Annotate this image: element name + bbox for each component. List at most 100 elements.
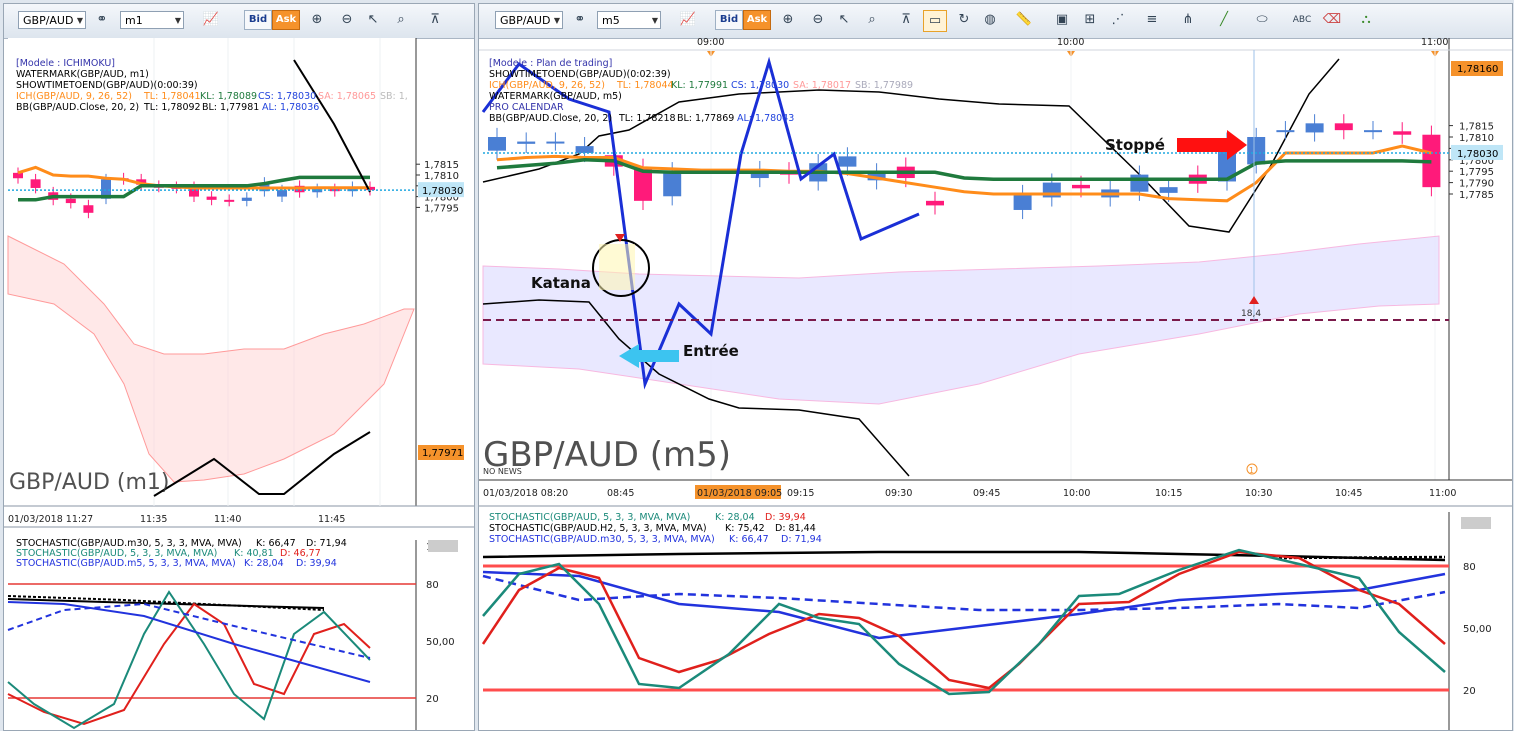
candle (1305, 123, 1324, 133)
candle (241, 197, 252, 201)
candle (206, 196, 217, 200)
candle (329, 189, 340, 192)
legend-ich: ICH(GBP/AUD, 9, 26, 52) (489, 80, 605, 91)
time-tick-label: 11:45 (318, 514, 345, 525)
legend-model: [Modele : ICHIMOKU] (16, 58, 115, 69)
stoch-legend-h2: STOCHASTIC(GBP/AUD.H2, 5, 3, 3, MVA, MVA… (489, 523, 707, 534)
price-tick-label: 1,7815 (424, 160, 459, 171)
legend-pro-calendar: PRO CALENDAR (489, 102, 564, 113)
candle (277, 190, 287, 197)
legend-model: [Modele : Plan de trading] (489, 58, 612, 69)
stoch-base-k (482, 548, 1446, 696)
time-tick-label: 01/03/2018 09:05 (697, 488, 782, 499)
price-tick-label: 1,7815 (1459, 122, 1494, 133)
katana-highlight (599, 244, 635, 290)
top-time-tick: 11:00 (1421, 37, 1448, 48)
stoch-100-tag (1461, 517, 1491, 529)
price-tick-label: 1,7795 (1459, 167, 1494, 178)
price-tag-top: 1,78160 (1457, 64, 1498, 75)
stoch-tick-label: 20 (1463, 686, 1476, 697)
watermark-label: GBP/AUD (m1) (9, 470, 170, 495)
stoch-legend-m30: STOCHASTIC(GBP/AUD.m30, 5, 3, 3, MVA, MV… (489, 534, 715, 545)
price-tag-orange: 1,77971 (422, 448, 463, 459)
legend-bb-tl: TL: 1,78092 (143, 102, 201, 113)
stoch-tick-label: 80 (426, 580, 439, 591)
candle (83, 205, 94, 213)
event-marker-label: 1 (1249, 466, 1254, 475)
no-news-label: NO NEWS (483, 467, 522, 476)
time-tick-label: 10:30 (1245, 488, 1272, 499)
stoch-tick-label: 50,00 (426, 637, 455, 648)
time-tick-label: 09:30 (885, 488, 912, 499)
katana-label: Katana (531, 274, 591, 292)
time-tick-label: 09:15 (787, 488, 814, 499)
candle (1364, 130, 1382, 133)
time-tick-label: 01/03/2018 11:27 (8, 514, 93, 525)
stoch-base-d (481, 550, 1446, 690)
time-tick-label: 10:00 (1063, 488, 1090, 499)
candle (838, 156, 857, 167)
candle (1393, 131, 1412, 135)
time-tick-label: 11:40 (214, 514, 241, 525)
candle (1130, 174, 1149, 192)
time-tick-label: 10:15 (1155, 488, 1182, 499)
candle (575, 146, 594, 153)
trade-result-label: 18,4 (1241, 309, 1261, 319)
legend-ich: ICH(GBP/AUD, 9, 26, 52) (16, 91, 132, 102)
stoch-100-tag (428, 540, 458, 552)
legend-bb-tl: TL: 1,78218 (618, 113, 676, 124)
stoch-base-k (7, 590, 371, 730)
candle (1247, 137, 1266, 165)
stoch-legend-base-k: K: 28,04 (715, 512, 755, 523)
legend-ich-sb: SB: 1,77989 (855, 80, 913, 91)
stoch-legend-m30-d: D: 71,94 (781, 534, 822, 545)
candle (546, 141, 565, 144)
legend-ich-cs: CS: 1,78030 (731, 80, 789, 91)
price-tick-label: 1,7810 (424, 171, 459, 182)
entree-label: Entrée (683, 342, 739, 360)
legend-bb-bl: BL: 1,77869 (677, 113, 734, 124)
stoch-tick-label: 20 (426, 694, 439, 705)
chart-window-m5: GBP/AUD ▼ ⚭ m5 ▼ 📈 Bid Ask ⊕ ⊖ ↖ ⌕ ⊼ ▭ ↻ ◍… (478, 3, 1513, 731)
candle (30, 179, 41, 188)
candle (13, 172, 23, 179)
legend-ich-tl: TL: 1,78044 (616, 80, 674, 91)
time-tick-label: 08:45 (607, 488, 634, 499)
candle (1159, 187, 1178, 193)
time-tick-label: 11:35 (140, 514, 167, 525)
price-tag-current: 1,78030 (422, 186, 463, 197)
legend-ich-kl: KL: 1,77991 (671, 80, 728, 91)
legend-ich-sa: SA: 1,78017 (793, 80, 851, 91)
stoch-legend-m30-k: K: 66,47 (729, 534, 769, 545)
stoch-legend-h2-d: D: 81,44 (775, 523, 816, 534)
time-tick-label: 10:45 (1335, 488, 1362, 499)
candle (1334, 123, 1353, 131)
legend-ich-kl: KL: 1,78089 (200, 91, 257, 102)
legend-bb-al: AL: 1,78043 (737, 113, 794, 124)
legend-bb: BB(GBP/AUD.Close, 20, 2) (489, 113, 612, 124)
legend-bb-bl: BL: 1,77981 (202, 102, 259, 113)
price-tick-label: 1,7810 (1459, 133, 1494, 144)
legend-bb-al: AL: 1,78036 (262, 102, 319, 113)
stoch-tick-label: 50,00 (1463, 624, 1492, 635)
stoppe-label: Stoppé (1105, 136, 1165, 154)
stoch-legend-m5: STOCHASTIC(GBP/AUD.m5, 5, 3, 3, MVA, MVA… (16, 558, 236, 569)
stoch-legend-m5-k: K: 28,04 (244, 558, 284, 569)
time-tick-label: 11:00 (1429, 488, 1456, 499)
time-tick-label: 09:45 (973, 488, 1000, 499)
candle (1072, 184, 1090, 189)
time-tick-label: 01/03/2018 08:20 (483, 488, 568, 499)
legend-watermark: WATERMARK(GBP/AUD, m5) (489, 91, 622, 102)
chart-window-m1: GBP/AUD ▼ ⚭ m1 ▼ 📈 Bid Ask ⊕ ⊖ ↖ ⌕ ⊼ 1,781… (3, 3, 475, 731)
legend-bb: BB(GBP/AUD.Close, 20, 2) (16, 102, 139, 113)
candle (224, 199, 235, 202)
candle (663, 171, 682, 197)
price-tick-label: 1,7790 (1459, 179, 1494, 190)
candle (926, 200, 944, 206)
top-time-tick: 09:00 (697, 37, 724, 48)
candle (488, 137, 506, 151)
legend-ich-sb: SB: 1, (380, 91, 408, 102)
stoch-tick-label: 80 (1463, 562, 1476, 573)
candle (65, 198, 76, 204)
legend-showtime: SHOWTIMETOEND(GBP/AUD)(0:00:39) (16, 80, 198, 91)
